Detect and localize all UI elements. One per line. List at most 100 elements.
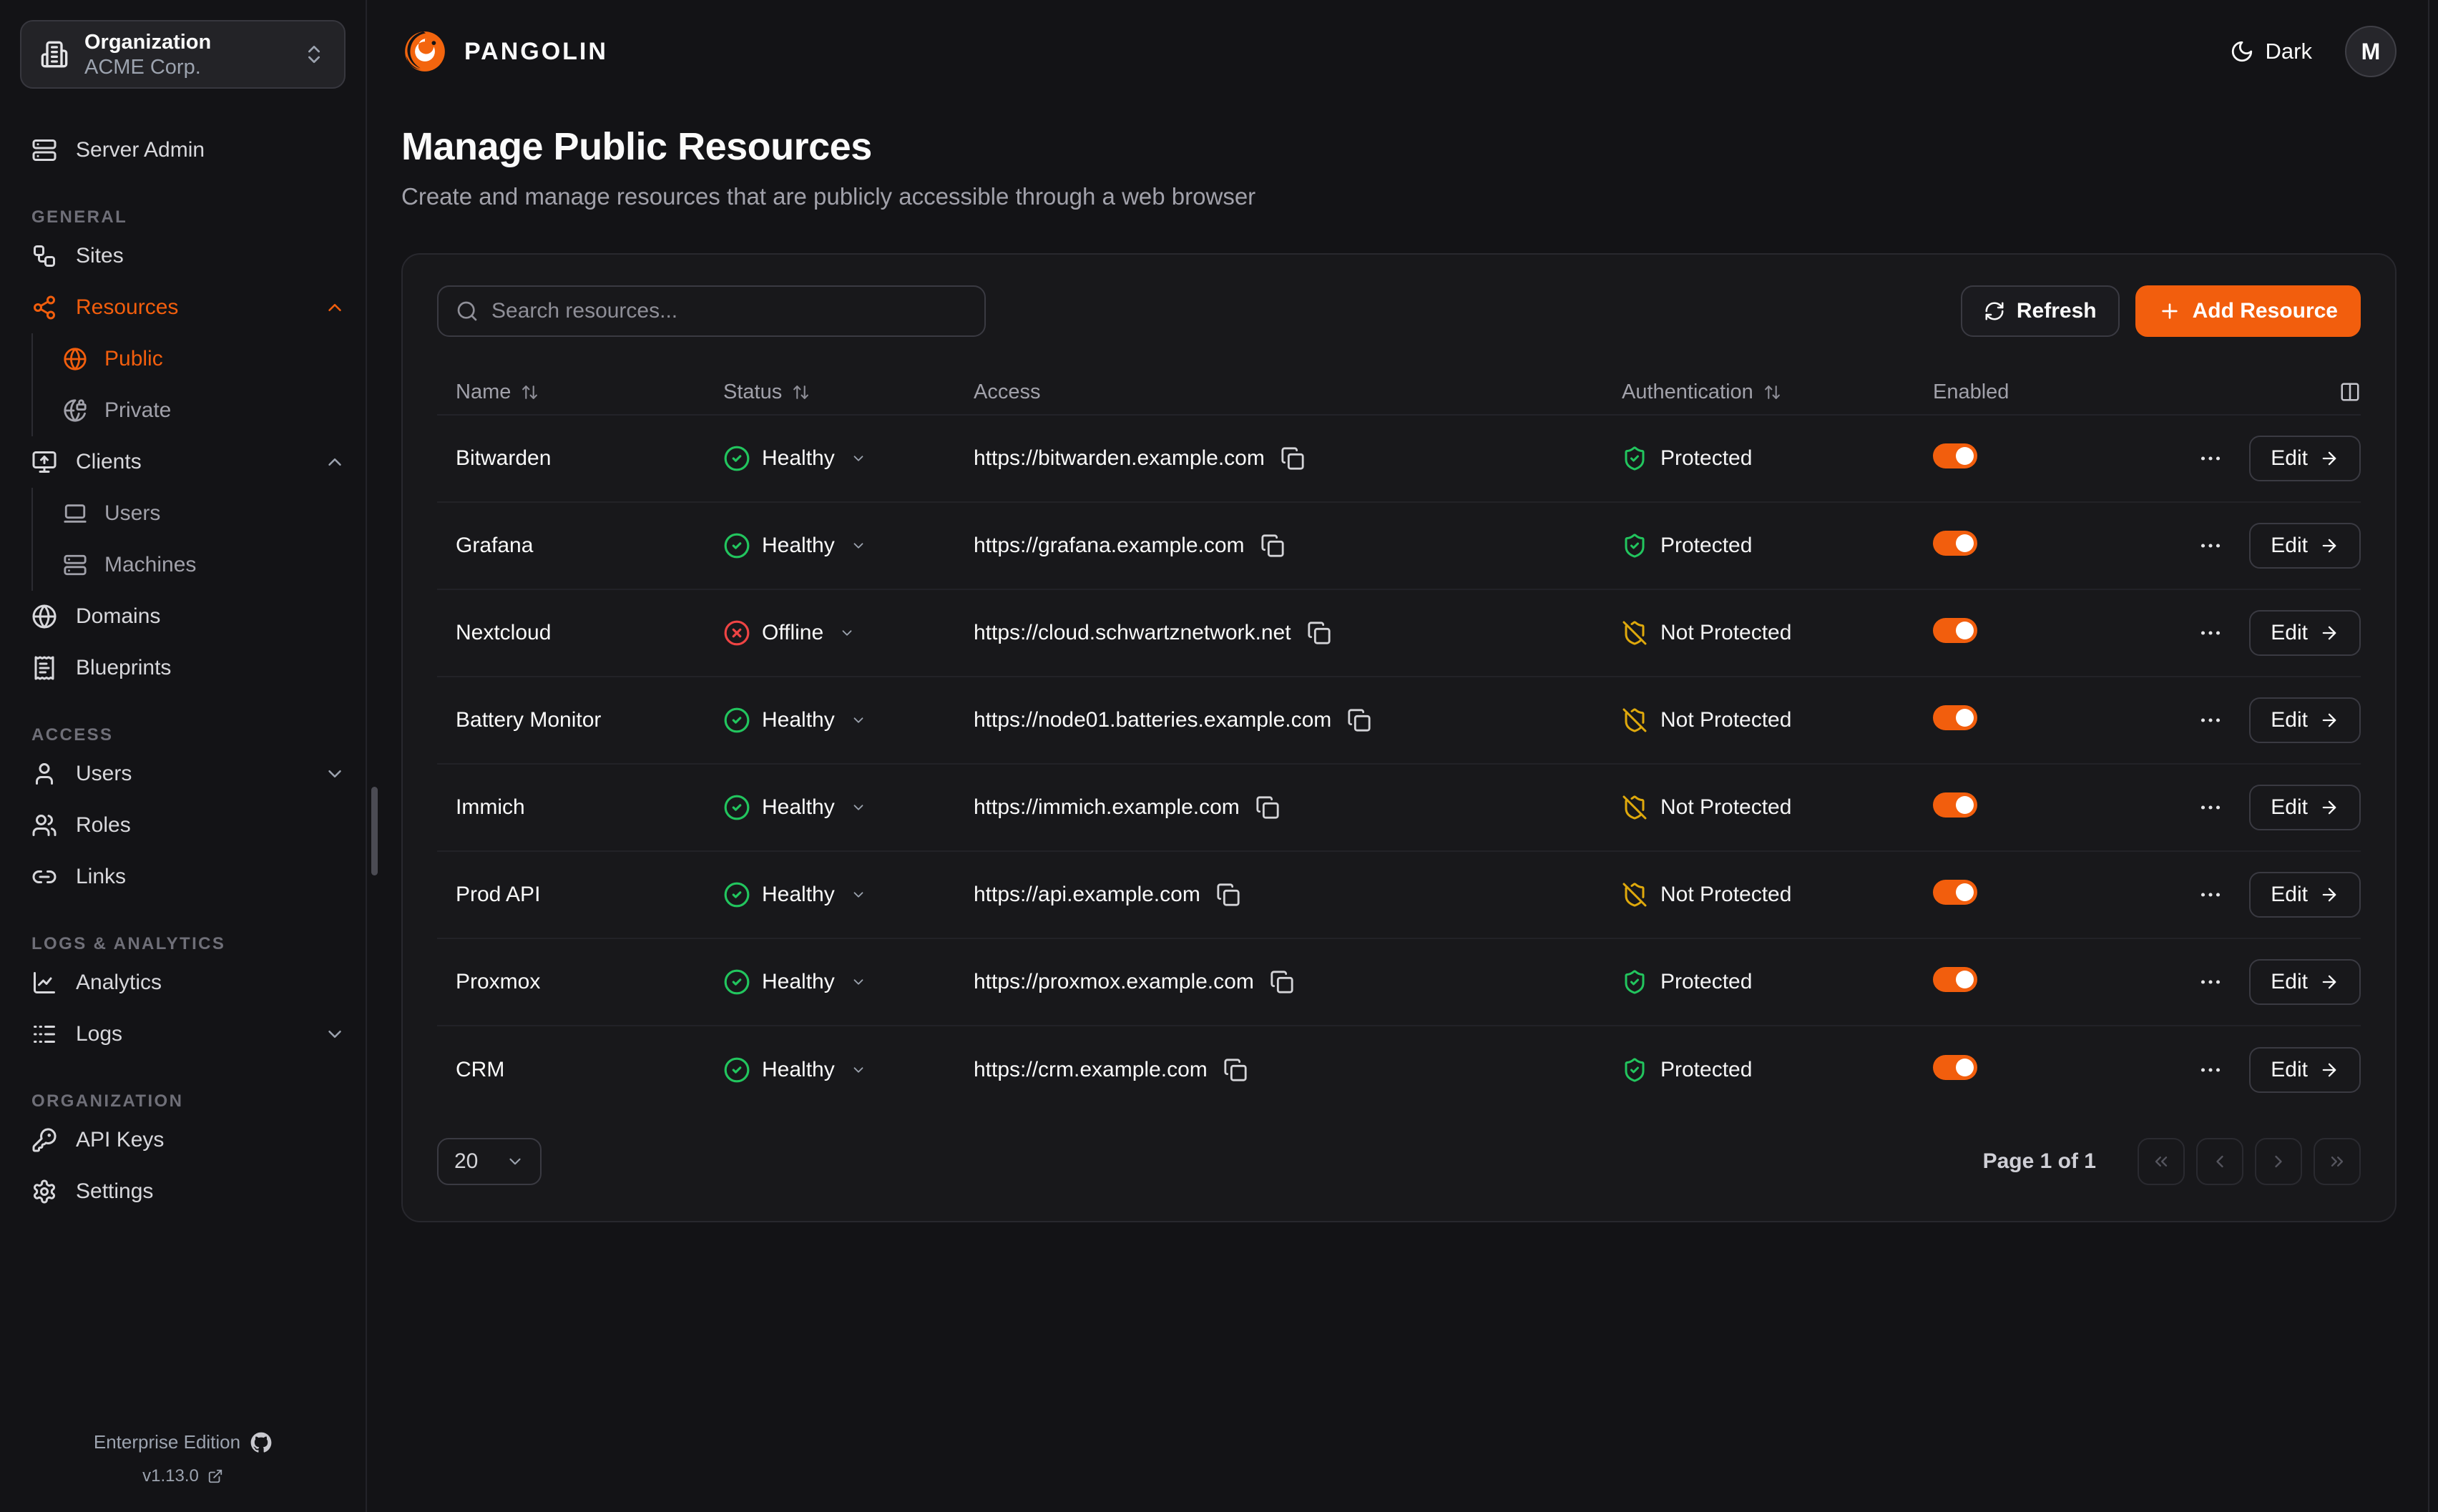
edit-button[interactable]: Edit [2249, 523, 2361, 569]
sidebar-subitem-users[interactable]: Users [63, 488, 346, 539]
shield-check-icon [1622, 969, 1648, 995]
resource-url[interactable]: https://crm.example.com [974, 1058, 1208, 1082]
resource-url[interactable]: https://grafana.example.com [974, 534, 1245, 558]
row-menu-button[interactable] [2198, 1057, 2223, 1083]
search-input[interactable] [491, 299, 967, 323]
globe-lock-icon [63, 398, 87, 423]
github-icon[interactable] [250, 1432, 272, 1453]
resource-url[interactable]: https://proxmox.example.com [974, 970, 1254, 994]
edit-button[interactable]: Edit [2249, 872, 2361, 918]
edit-button[interactable]: Edit [2249, 1047, 2361, 1093]
auth-status: Protected [1622, 533, 1933, 559]
row-menu-button[interactable] [2198, 446, 2223, 471]
sidebar-item-label: Users [104, 501, 160, 526]
version-link[interactable]: v1.13.0 [0, 1466, 366, 1486]
sidebar-item-logs[interactable]: Logs [31, 1008, 346, 1060]
edit-button[interactable]: Edit [2249, 436, 2361, 481]
status-pill[interactable]: Healthy [723, 445, 866, 472]
resource-name: Battery Monitor [437, 708, 723, 732]
resource-url[interactable]: https://node01.batteries.example.com [974, 708, 1331, 732]
pager-buttons [2138, 1138, 2361, 1185]
sidebar-scrollbar-thumb[interactable] [371, 787, 378, 875]
status-label: Healthy [762, 446, 835, 471]
status-pill[interactable]: Healthy [723, 1056, 866, 1084]
window-scrollbar[interactable] [2428, 0, 2429, 1512]
copy-url-button[interactable] [1255, 795, 1280, 820]
copy-url-button[interactable] [1270, 970, 1294, 994]
sidebar-item-users[interactable]: Users [31, 748, 346, 800]
status-pill[interactable]: Healthy [723, 881, 866, 908]
row-menu-button[interactable] [2198, 707, 2223, 733]
status-pill[interactable]: Offline [723, 619, 855, 647]
resource-url[interactable]: https://api.example.com [974, 883, 1200, 907]
copy-url-button[interactable] [1307, 621, 1331, 645]
copy-url-button[interactable] [1223, 1058, 1248, 1082]
plus-icon [2158, 300, 2181, 323]
enabled-toggle[interactable] [1933, 967, 1977, 992]
column-header-name[interactable]: Name [437, 381, 723, 404]
refresh-button[interactable]: Refresh [1961, 285, 2120, 337]
row-menu-button[interactable] [2198, 882, 2223, 908]
theme-toggle-button[interactable]: Dark [2230, 39, 2312, 64]
row-menu-button[interactable] [2198, 969, 2223, 995]
columns-icon [2339, 381, 2361, 403]
column-header-authentication[interactable]: Authentication [1622, 381, 1933, 404]
status-pill[interactable]: Healthy [723, 532, 866, 559]
enabled-toggle[interactable] [1933, 618, 1977, 643]
status-pill[interactable]: Healthy [723, 968, 866, 996]
avatar[interactable]: M [2345, 26, 2397, 77]
sidebar-item-clients[interactable]: Clients [31, 436, 346, 488]
resource-url[interactable]: https://cloud.schwartznetwork.net [974, 621, 1291, 645]
enabled-toggle[interactable] [1933, 880, 1977, 905]
sidebar-item-blueprints[interactable]: Blueprints [31, 642, 346, 694]
page-size-select[interactable]: 20 [437, 1138, 542, 1185]
column-settings-button[interactable] [2339, 381, 2361, 403]
circle-check-icon [723, 1056, 750, 1084]
first-page-button[interactable] [2138, 1138, 2185, 1185]
enabled-toggle[interactable] [1933, 531, 1977, 556]
sidebar-item-settings[interactable]: Settings [31, 1166, 346, 1217]
copy-url-button[interactable] [1260, 534, 1285, 558]
edit-button[interactable]: Edit [2249, 697, 2361, 743]
sidebar-item-roles[interactable]: Roles [31, 800, 346, 851]
add-resource-button[interactable]: Add Resource [2135, 285, 2361, 337]
sidebar-item-sites[interactable]: Sites [31, 230, 346, 282]
resource-url[interactable]: https://immich.example.com [974, 795, 1240, 820]
copy-icon [1260, 534, 1285, 558]
sidebar-subitem-public[interactable]: Public [63, 333, 346, 385]
copy-url-button[interactable] [1347, 708, 1371, 732]
column-header-status[interactable]: Status [723, 381, 974, 404]
sidebar-subitem-private[interactable]: Private [63, 385, 346, 436]
edit-button[interactable]: Edit [2249, 610, 2361, 656]
enabled-toggle[interactable] [1933, 792, 1977, 818]
row-menu-button[interactable] [2198, 795, 2223, 820]
sidebar-item-domains[interactable]: Domains [31, 591, 346, 642]
sidebar-item-server-admin[interactable]: Server Admin [31, 124, 346, 176]
chevron-up-icon [324, 451, 346, 473]
sidebar-item-label: Analytics [76, 971, 162, 995]
sidebar-item-api-keys[interactable]: API Keys [31, 1114, 346, 1166]
sidebar-item-resources[interactable]: Resources [31, 282, 346, 333]
previous-page-button[interactable] [2196, 1138, 2243, 1185]
sidebar-subitem-machines[interactable]: Machines [63, 539, 346, 591]
copy-url-button[interactable] [1281, 446, 1305, 471]
org-selector[interactable]: Organization ACME Corp. [20, 20, 346, 89]
auth-status: Not Protected [1622, 707, 1933, 733]
enabled-toggle[interactable] [1933, 705, 1977, 730]
enabled-toggle[interactable] [1933, 443, 1977, 468]
copy-url-button[interactable] [1216, 883, 1240, 907]
last-page-button[interactable] [2314, 1138, 2361, 1185]
row-menu-button[interactable] [2198, 620, 2223, 646]
edit-button[interactable]: Edit [2249, 785, 2361, 830]
edit-button[interactable]: Edit [2249, 959, 2361, 1005]
status-pill[interactable]: Healthy [723, 707, 866, 734]
sidebar-item-analytics[interactable]: Analytics [31, 957, 346, 1008]
sidebar-item-links[interactable]: Links [31, 851, 346, 903]
resource-url[interactable]: https://bitwarden.example.com [974, 446, 1265, 471]
row-menu-button[interactable] [2198, 533, 2223, 559]
table-row: Prod API Healthy https://api.example.com… [437, 852, 2361, 939]
enabled-toggle[interactable] [1933, 1055, 1977, 1080]
status-pill[interactable]: Healthy [723, 794, 866, 821]
next-page-button[interactable] [2255, 1138, 2302, 1185]
section-label: ORGANIZATION [31, 1091, 346, 1111]
